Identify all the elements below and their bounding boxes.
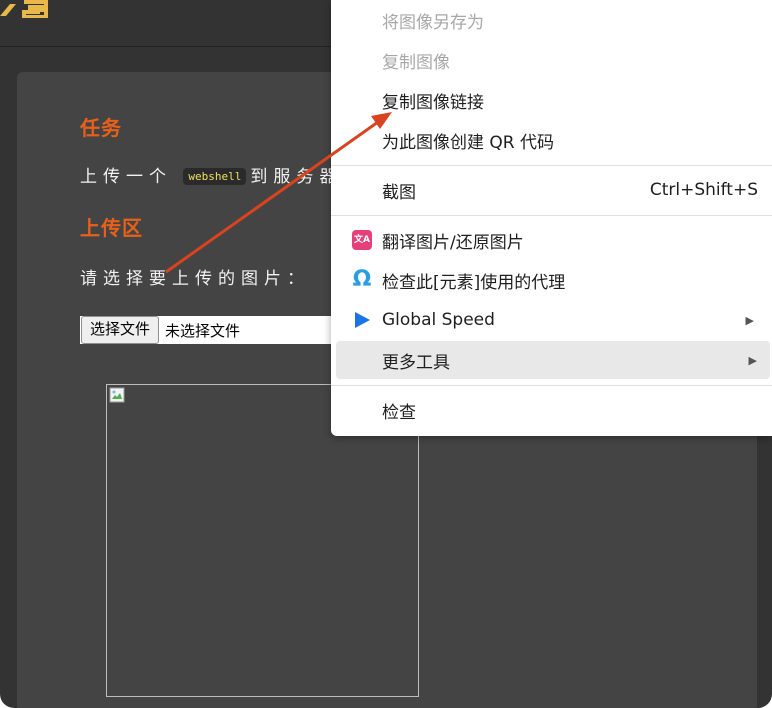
- menu-item-copy-image[interactable]: 复制图像: [331, 41, 772, 79]
- omega-icon: Ω: [352, 267, 372, 292]
- menu-label: 更多工具: [382, 352, 450, 373]
- menu-label: 复制图像链接: [382, 92, 484, 113]
- menu-shortcut: Ctrl+Shift+S: [649, 180, 758, 200]
- menu-separator: [331, 165, 772, 166]
- task-code: webshell: [183, 168, 247, 185]
- menu-separator: [331, 385, 772, 386]
- menu-label: 检查此[元素]使用的代理: [382, 272, 566, 293]
- menu-item-copy-image-link[interactable]: 复制图像链接: [331, 81, 772, 119]
- logo-icon: [0, 0, 48, 18]
- screen: 任务 上传一个 webshell 到服务器 上传区 请选择要上传的图片： 选择文件…: [0, 0, 772, 708]
- file-status: 未选择文件: [165, 321, 241, 340]
- menu-label: 将图像另存为: [382, 12, 484, 33]
- menu-item-screenshot[interactable]: 截图 Ctrl+Shift+S: [331, 171, 772, 209]
- menu-label: 翻译图片/还原图片: [382, 232, 524, 253]
- menu-item-check-proxy[interactable]: Ω 检查此[元素]使用的代理: [331, 261, 772, 299]
- broken-image-icon: [109, 387, 125, 403]
- task-text-before: 上传一个: [80, 167, 172, 187]
- menu-item-more-tools[interactable]: 更多工具 ▶: [336, 341, 770, 379]
- context-menu: 将图像另存为 复制图像 复制图像链接 为此图像创建 QR 代码 截图 Ctrl+…: [331, 0, 772, 436]
- choose-file-button[interactable]: 选择文件: [81, 316, 160, 344]
- menu-item-global-speed[interactable]: Global Speed ▶: [331, 301, 772, 339]
- menu-item-create-qr[interactable]: 为此图像创建 QR 代码: [331, 121, 772, 159]
- submenu-arrow-icon: ▶: [748, 353, 757, 367]
- play-icon: [351, 309, 373, 331]
- menu-label: 检查: [382, 402, 416, 423]
- menu-item-save-image[interactable]: 将图像另存为: [331, 1, 772, 39]
- menu-item-inspect[interactable]: 检查: [331, 391, 772, 429]
- submenu-arrow-icon: ▶: [745, 313, 754, 327]
- menu-label: Global Speed: [382, 310, 495, 330]
- upload-heading: 上传区: [80, 216, 143, 240]
- menu-label: 复制图像: [382, 52, 450, 73]
- task-heading: 任务: [80, 116, 122, 140]
- task-text-after: 到服务器: [250, 167, 343, 187]
- menu-item-translate-image[interactable]: 文A 翻译图片/还原图片: [331, 221, 772, 259]
- file-input[interactable]: 选择文件 未选择文件: [80, 316, 340, 344]
- menu-label: 截图: [382, 182, 416, 203]
- translate-icon: 文A: [351, 229, 373, 251]
- upload-prompt: 请选择要上传的图片：: [80, 269, 310, 289]
- menu-label: 为此图像创建 QR 代码: [382, 132, 555, 153]
- task-description: 上传一个 webshell 到服务器: [80, 162, 342, 187]
- menu-separator: [331, 215, 772, 216]
